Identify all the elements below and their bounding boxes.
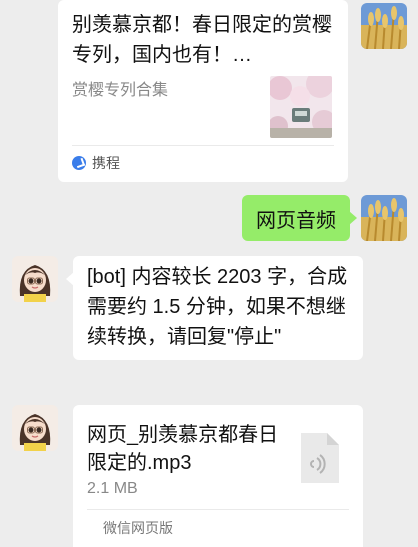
file-divider [87, 509, 349, 510]
bot-avatar[interactable] [12, 405, 58, 451]
file-size: 2.1 MB [87, 480, 138, 497]
outgoing-message-text: 网页音频 [256, 209, 336, 232]
file-name: 网页_别羡慕京都春日限定的.mp3 [87, 424, 279, 474]
article-thumbnail [270, 76, 332, 138]
article-source: 携程 [72, 153, 120, 173]
self-avatar[interactable] [361, 195, 407, 241]
article-divider [72, 145, 334, 146]
article-subtitle: 赏樱专列合集 [72, 82, 169, 99]
file-message-card[interactable]: 网页_别羡慕京都春日限定的.mp3 2.1 MB 微信网页版 [73, 405, 363, 547]
ctrip-logo-icon [72, 156, 86, 170]
self-avatar[interactable] [361, 3, 407, 49]
bot-reply-text: [bot] 内容较长 2203 字，合成需要约 1.5 分钟，如果不想继续转换，… [87, 266, 348, 348]
article-title: 别羡慕京都！春日限定的赏樱专列，国内也有！… [72, 14, 332, 66]
file-source-label: 微信网页版 [103, 520, 173, 536]
outgoing-message-bubble[interactable]: 网页音频 [242, 195, 357, 241]
audio-file-icon [299, 431, 341, 490]
bot-avatar[interactable] [12, 256, 58, 302]
bot-reply-bubble[interactable]: [bot] 内容较长 2203 字，合成需要约 1.5 分钟，如果不想继续转换，… [66, 256, 363, 360]
article-card[interactable]: 别羡慕京都！春日限定的赏樱专列，国内也有！… 赏樱专列合集 携程 [58, 0, 348, 182]
article-source-label: 携程 [92, 155, 120, 171]
